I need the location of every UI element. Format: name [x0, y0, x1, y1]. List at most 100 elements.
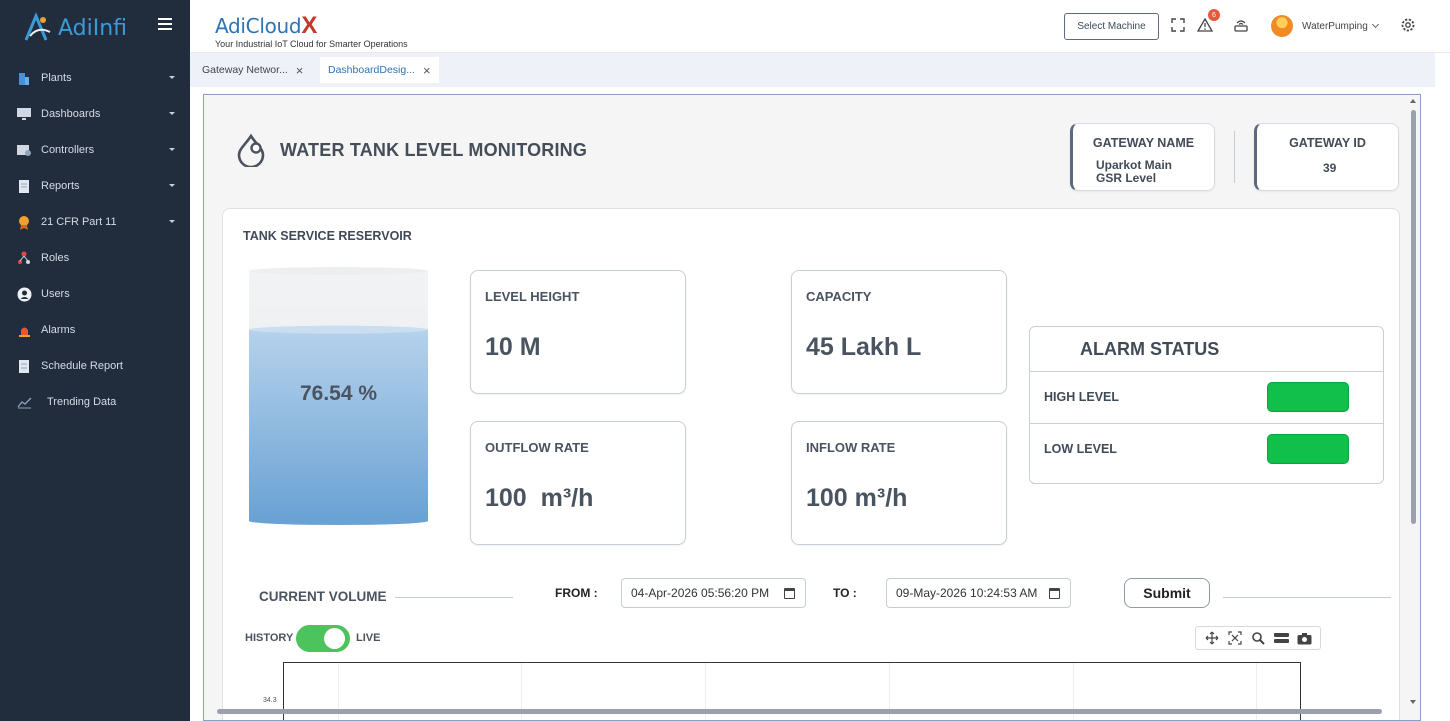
router-icon[interactable]: [1233, 17, 1249, 33]
gateway-name-line-2: GSR Level: [1096, 171, 1157, 185]
monitor-icon: [16, 106, 32, 122]
sidebar-item-label: Plants: [41, 72, 72, 84]
avatar: [1271, 15, 1293, 37]
report-icon: [16, 178, 32, 194]
to-date-value: 09-May-2026 10:24:53 AM: [896, 586, 1038, 600]
user-menu[interactable]: WaterPumping: [1271, 15, 1379, 37]
tab-strip: Gateway Networ... × DashboardDesig... ×: [190, 53, 1435, 87]
capacity-value: 45 Lakh L: [806, 333, 922, 361]
panel-title: TANK SERVICE RESERVOIR: [243, 229, 412, 243]
water-drop-icon: [237, 133, 265, 167]
sidebar-item-label: Trending Data: [47, 396, 117, 408]
sidebar-item-label: Schedule Report: [41, 360, 123, 372]
alarm-row-low: LOW LEVEL: [1030, 423, 1383, 475]
inflow-rate-label: INFLOW RATE: [806, 440, 896, 455]
alarm-row-high: HIGH LEVEL: [1030, 371, 1383, 423]
from-label: FROM :: [555, 586, 598, 600]
brand-tagline: Your Industrial IoT Cloud for Smarter Op…: [215, 39, 408, 49]
controller-icon: [16, 142, 32, 158]
sidebar-item-controllers[interactable]: Controllers: [0, 132, 190, 168]
brand-x: X: [301, 12, 318, 39]
settings-gear-icon[interactable]: [1400, 17, 1416, 33]
calendar-icon[interactable]: [1049, 588, 1060, 599]
to-date-input[interactable]: 09-May-2026 10:24:53 AM: [886, 578, 1071, 608]
close-icon[interactable]: ×: [423, 63, 431, 78]
sidebar-nav: Plants Dashboards Controllers Reports 21…: [0, 60, 190, 420]
gateway-id-label: GATEWAY ID: [1289, 136, 1366, 150]
inflow-rate-card: INFLOW RATE 100 m³/h: [791, 421, 1007, 545]
tab-gateway-network[interactable]: Gateway Networ... ×: [194, 57, 311, 83]
current-volume-label: CURRENT VOLUME: [259, 589, 387, 604]
close-icon[interactable]: ×: [296, 63, 304, 78]
sidebar-item-label: Roles: [41, 252, 70, 264]
sidebar-item-alarms[interactable]: Alarms: [0, 312, 190, 348]
sidebar-item-label: 21 CFR Part 11: [41, 216, 117, 228]
submit-button[interactable]: Submit: [1124, 578, 1210, 608]
user-icon: [16, 286, 32, 302]
select-machine-button[interactable]: Select Machine: [1064, 13, 1159, 40]
history-label: HISTORY: [245, 632, 294, 644]
chevron-down-icon: [169, 148, 175, 151]
level-height-value: 10 M: [485, 333, 541, 361]
y-tick-label: 34.3: [263, 697, 277, 704]
roles-icon: [16, 250, 32, 266]
chevron-down-icon: [169, 76, 175, 79]
low-level-label: LOW LEVEL: [1044, 442, 1117, 456]
chevron-down-icon: [169, 184, 175, 187]
divider: [1234, 131, 1235, 183]
scroll-thumb[interactable]: [217, 709, 1382, 714]
trend-icon: [16, 394, 32, 410]
chevron-down-icon: [1371, 20, 1379, 29]
level-height-card: LEVEL HEIGHT 10 M: [470, 270, 686, 394]
fullscreen-icon[interactable]: [1170, 17, 1186, 33]
outflow-rate-label: OUTFLOW RATE: [485, 440, 589, 455]
sidebar-item-reports[interactable]: Reports: [0, 168, 190, 204]
sidebar: AdiInfi Plants Dashboards Controllers Re…: [0, 0, 190, 721]
high-level-indicator: [1267, 382, 1349, 412]
alarm-status-card: ALARM STATUS HIGH LEVEL LOW LEVEL: [1029, 326, 1384, 484]
user-name: WaterPumping: [1302, 20, 1368, 32]
gateway-name-label: GATEWAY NAME: [1092, 136, 1195, 150]
live-label: LIVE: [356, 632, 381, 644]
sidebar-item-21-cfr[interactable]: 21 CFR Part 11: [0, 204, 190, 240]
outflow-rate-card: OUTFLOW RATE 100 m³/h: [470, 421, 686, 545]
history-live-toggle[interactable]: [296, 625, 350, 652]
scroll-up-icon[interactable]: [1410, 99, 1416, 103]
logo-text: AdiInfi: [58, 15, 128, 41]
inflow-rate-value: 100 m³/h: [806, 484, 908, 512]
pan-icon[interactable]: [1204, 630, 1220, 646]
scroll-down-icon[interactable]: [1410, 700, 1416, 704]
calendar-icon[interactable]: [784, 588, 795, 599]
logo-mark-icon: [24, 12, 51, 41]
zoom-icon[interactable]: [1250, 630, 1266, 646]
schedule-icon: [16, 358, 32, 374]
capacity-label: CAPACITY: [806, 289, 872, 304]
sidebar-item-roles[interactable]: Roles: [0, 240, 190, 276]
tank-panel: TANK SERVICE RESERVOIR 76.54 % LEVEL HEI…: [222, 208, 1400, 720]
outflow-rate-value: 100 m³/h: [485, 484, 594, 512]
sidebar-item-users[interactable]: Users: [0, 276, 190, 312]
menu-toggle-icon[interactable]: [158, 18, 172, 30]
scroll-thumb[interactable]: [1411, 110, 1416, 524]
sidebar-item-trending-data[interactable]: Trending Data: [0, 384, 190, 420]
from-date-input[interactable]: 04-Apr-2026 05:56:20 PM: [621, 578, 806, 608]
app-logo[interactable]: AdiInfi: [20, 8, 127, 48]
autoscale-icon[interactable]: [1227, 630, 1243, 646]
camera-icon[interactable]: [1296, 630, 1312, 646]
sidebar-item-plants[interactable]: Plants: [0, 60, 190, 96]
page-title: WATER TANK LEVEL MONITORING: [280, 139, 588, 160]
alarm-status-title: ALARM STATUS: [1080, 339, 1220, 359]
sidebar-item-dashboards[interactable]: Dashboards: [0, 96, 190, 132]
sidebar-item-schedule-report[interactable]: Schedule Report: [0, 348, 190, 384]
dashboard-header: WATER TANK LEVEL MONITORING: [234, 133, 587, 167]
chevron-down-icon: [169, 220, 175, 223]
tab-label: DashboardDesig...: [328, 64, 415, 76]
compare-icon[interactable]: [1273, 630, 1289, 646]
horizontal-scrollbar[interactable]: [203, 707, 1421, 716]
tab-dashboard-design[interactable]: DashboardDesig... ×: [320, 57, 439, 83]
level-height-label: LEVEL HEIGHT: [485, 289, 580, 304]
vertical-scrollbar[interactable]: [1409, 96, 1418, 710]
brand[interactable]: AdiCloudX Your Industrial IoT Cloud for …: [215, 12, 408, 49]
chevron-down-icon: [169, 112, 175, 115]
gateway-name-card: GATEWAY NAME Uparkot Main GSR Level: [1070, 123, 1215, 191]
